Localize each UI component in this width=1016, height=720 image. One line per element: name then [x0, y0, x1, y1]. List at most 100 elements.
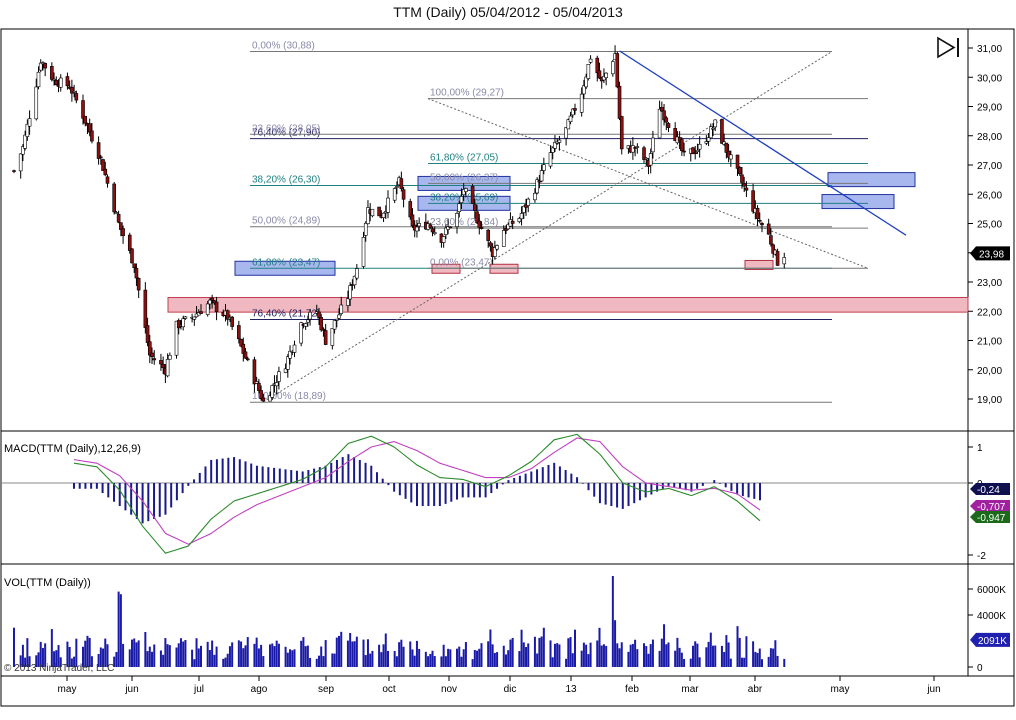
- volume-bar: [289, 649, 292, 667]
- volume-bar: [522, 642, 525, 667]
- candle-body: [711, 127, 715, 130]
- macd-histogram-bar: [358, 459, 361, 483]
- chart-canvas[interactable]: 0,00% (30,88)100,00% (29,27)76,40% (27,9…: [0, 0, 1016, 720]
- volume-bar: [740, 657, 743, 667]
- candle-body: [105, 176, 110, 184]
- volume-bar: [260, 644, 263, 667]
- volume-bar: [660, 638, 663, 667]
- candle-body: [441, 236, 446, 243]
- volume-bar: [758, 648, 761, 667]
- macd-histogram-bar: [547, 465, 550, 483]
- macd-histogram-bar: [278, 468, 281, 483]
- candle-body: [573, 108, 577, 111]
- macd-panel-title: MACD(TTM (Daily),12,26,9): [4, 443, 141, 455]
- volume-bar: [691, 645, 694, 667]
- volume-bar: [115, 651, 118, 667]
- candle-body: [611, 61, 615, 75]
- macd-histogram-bar: [364, 462, 367, 483]
- volume-bar: [240, 641, 243, 667]
- candle-body: [648, 153, 653, 166]
- volume-bar: [729, 658, 732, 667]
- volume-bar: [146, 651, 149, 667]
- macd-histogram-bar: [313, 468, 316, 483]
- candle-body: [38, 62, 43, 71]
- volume-bar: [527, 643, 530, 667]
- volume-bar: [200, 645, 202, 667]
- candle-body: [150, 352, 154, 358]
- volume-bar: [651, 639, 654, 667]
- macd-histogram-bar: [427, 483, 430, 507]
- play-icon[interactable]: [937, 36, 959, 59]
- macd-histogram-bar: [638, 483, 641, 501]
- macd-histogram-bar: [444, 483, 447, 504]
- macd-histogram-bar: [753, 483, 756, 499]
- volume-bar: [253, 643, 256, 667]
- volume-bar: [456, 648, 459, 667]
- macd-histogram-bar: [530, 471, 533, 483]
- time-tick-label: 13: [565, 684, 577, 695]
- candle-body: [323, 330, 328, 345]
- candle-body: [399, 178, 404, 189]
- candle-body: [259, 390, 263, 400]
- candle-body: [165, 359, 170, 377]
- macd-value-label: -0,24: [977, 485, 1000, 496]
- candle-body: [642, 147, 646, 160]
- volume-bar: [122, 643, 125, 667]
- volume-bar: [553, 643, 556, 667]
- volume-bar: [658, 650, 661, 667]
- volume-bar: [130, 639, 133, 667]
- candle-body: [270, 385, 275, 398]
- candle-body: [127, 234, 132, 251]
- macd-histogram-bar: [587, 483, 590, 491]
- volume-bar: [382, 644, 385, 667]
- volume-bar: [277, 643, 280, 667]
- volume-bar: [538, 637, 541, 667]
- fib-level-label: 100,00% (29,27): [430, 88, 504, 99]
- candle-body: [682, 150, 686, 153]
- candle-body: [666, 123, 671, 128]
- volume-bar: [351, 641, 354, 667]
- candle-body: [181, 318, 185, 328]
- volume-bar: [159, 650, 162, 667]
- macd-histogram-bar: [610, 483, 613, 507]
- volume-bar: [431, 650, 434, 667]
- macd-histogram-bar: [456, 483, 459, 500]
- macd-histogram-bar: [107, 483, 110, 498]
- candle-body: [208, 299, 212, 305]
- volume-bar: [195, 638, 198, 667]
- volume-bar: [349, 632, 352, 667]
- volume-bar: [574, 629, 576, 667]
- candle-body: [766, 223, 771, 235]
- macd-histogram-bar: [759, 483, 761, 501]
- volume-bar: [558, 644, 561, 667]
- volume-bar: [589, 642, 592, 667]
- macd-histogram-bar: [484, 483, 487, 498]
- candle-body: [744, 187, 749, 191]
- macd-histogram-bar: [501, 483, 504, 485]
- candle-body: [159, 360, 163, 365]
- candle-body: [470, 186, 475, 204]
- volume-bar: [720, 645, 723, 667]
- macd-histogram-bar: [593, 483, 596, 497]
- volume-bar: [257, 648, 260, 667]
- volume-bar: [322, 656, 325, 667]
- macd-histogram-bar: [598, 483, 601, 504]
- candle-body: [18, 153, 23, 172]
- macd-histogram-bar: [461, 483, 464, 498]
- macd-histogram-bar: [78, 483, 81, 489]
- volume-bar: [398, 642, 401, 667]
- candle-body: [657, 108, 662, 139]
- macd-histogram-bar: [421, 483, 424, 507]
- volume-bar: [491, 644, 494, 667]
- candle-body: [90, 130, 94, 142]
- chart-frame: [0, 28, 1015, 707]
- macd-histogram-bar: [553, 462, 556, 483]
- macd-histogram-bar: [604, 483, 607, 505]
- candle-body: [381, 212, 386, 218]
- macd-histogram-bar: [193, 479, 196, 483]
- macd-histogram-bar: [170, 483, 173, 508]
- volume-bar: [489, 629, 492, 667]
- macd-histogram-bar: [398, 483, 401, 496]
- candle-body: [370, 208, 375, 217]
- candle-body: [430, 228, 435, 233]
